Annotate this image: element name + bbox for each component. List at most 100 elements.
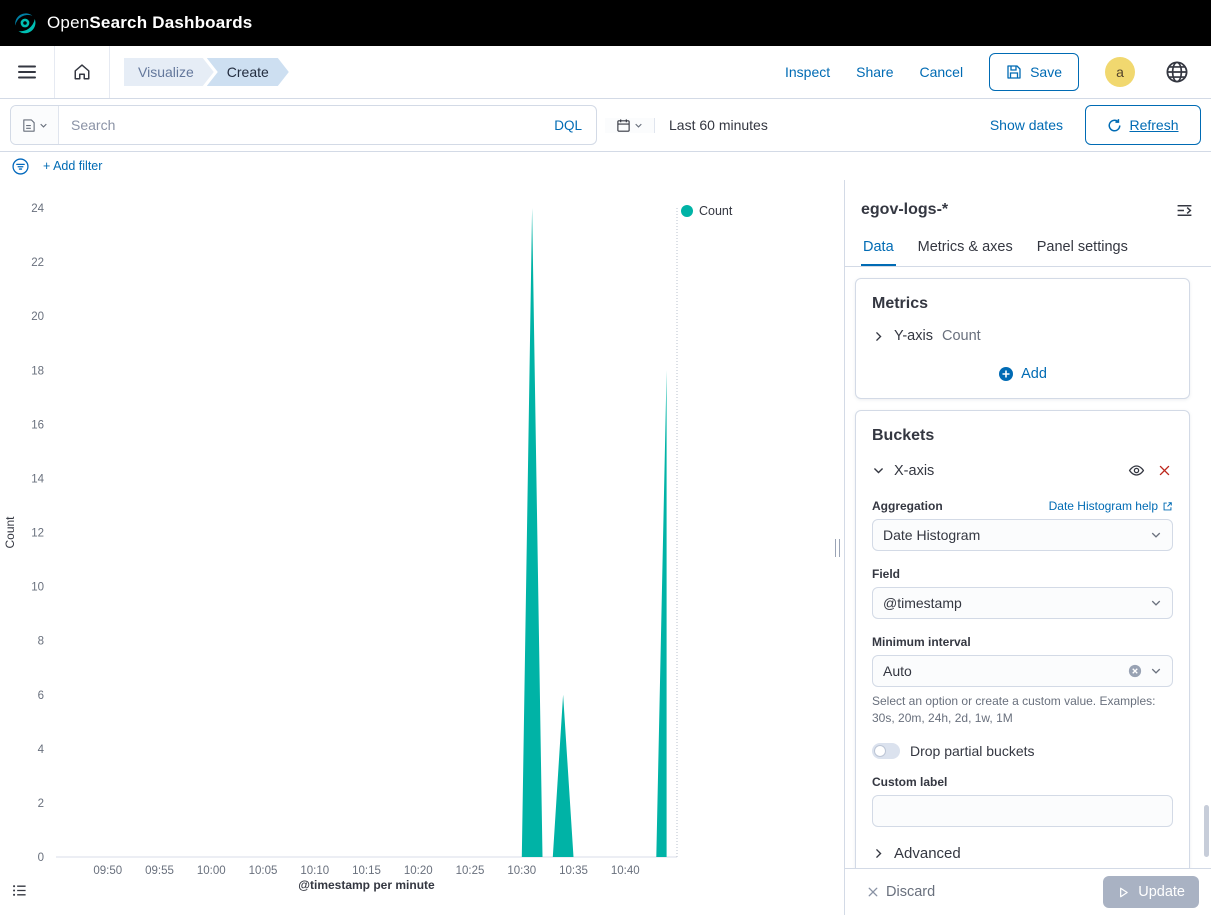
field-select[interactable]: @timestamp — [872, 587, 1173, 619]
add-metric-button[interactable]: Add — [998, 366, 1047, 382]
remove-bucket-button[interactable] — [1156, 462, 1173, 479]
y-tick-label: 20 — [31, 311, 44, 323]
chevron-down-icon — [872, 464, 885, 477]
tab-metrics-axes[interactable]: Metrics & axes — [916, 231, 1015, 266]
scrollbar-thumb[interactable] — [1204, 805, 1209, 857]
x-tick-label: 10:20 — [404, 865, 433, 877]
x-axis-bucket-row[interactable]: X-axis — [872, 460, 1173, 481]
y-tick-label: 24 — [31, 203, 44, 215]
search-input[interactable] — [59, 106, 540, 144]
chevron-right-icon — [872, 847, 885, 860]
chevron-down-icon — [634, 121, 643, 130]
time-range-value[interactable]: Last 60 minutes — [655, 117, 976, 133]
filter-icon — [12, 158, 29, 175]
toolbar-actions: Inspect Share Cancel Save a — [785, 53, 1201, 91]
globe-icon — [1165, 60, 1189, 84]
home-button[interactable] — [69, 59, 95, 85]
add-filter-button[interactable]: + Add filter — [43, 159, 102, 173]
show-dates-button[interactable]: Show dates — [976, 117, 1077, 133]
query-language-button[interactable]: DQL — [540, 106, 596, 144]
minimum-interval-combobox[interactable]: Auto — [872, 655, 1173, 687]
toolbar: Visualize Create Inspect Share Cancel Sa… — [0, 46, 1211, 99]
share-button[interactable]: Share — [856, 64, 893, 80]
discard-button[interactable]: Discard — [857, 878, 945, 906]
filter-menu-button[interactable] — [12, 158, 29, 175]
y-axis-metric-row[interactable]: Y-axis Count — [872, 328, 1173, 344]
metrics-card: Metrics Y-axis Count Add — [855, 278, 1190, 399]
search-bar: DQL Last 60 minutes Show dates Refresh — [0, 99, 1211, 152]
save-button[interactable]: Save — [989, 53, 1079, 91]
opensearch-brand[interactable]: OpenSearch Dashboards — [12, 10, 252, 36]
sidebar-content: Metrics Y-axis Count Add — [845, 267, 1211, 868]
avatar-letter: a — [1116, 64, 1124, 80]
tab-panel-settings[interactable]: Panel settings — [1035, 231, 1130, 266]
help-globe-button[interactable] — [1161, 56, 1193, 88]
chevron-down-icon — [1150, 665, 1162, 677]
home-icon — [73, 63, 91, 81]
refresh-button[interactable]: Refresh — [1085, 105, 1201, 145]
x-tick-label: 10:25 — [456, 865, 485, 877]
drop-partial-buckets-toggle[interactable] — [872, 743, 900, 759]
hamburger-menu-button[interactable] — [14, 61, 40, 83]
cross-icon — [867, 886, 879, 898]
count-area-series[interactable] — [56, 208, 667, 857]
minimum-interval-value: Auto — [883, 663, 912, 679]
x-tick-label: 10:40 — [611, 865, 640, 877]
query-bar: DQL — [10, 105, 597, 145]
legend-item-count[interactable]: Count — [681, 204, 732, 218]
saved-query-menu-button[interactable] — [11, 106, 59, 144]
inspect-button[interactable]: Inspect — [785, 64, 830, 80]
y-tick-label: 22 — [31, 257, 44, 269]
index-pattern-title: egov-logs-* — [861, 201, 948, 219]
update-button[interactable]: Update — [1103, 876, 1199, 908]
sidebar-footer: Discard Update — [845, 868, 1211, 915]
legend-label: Count — [699, 204, 732, 218]
refresh-button-label: Refresh — [1129, 117, 1178, 133]
collapse-sidebar-button[interactable] — [1172, 198, 1197, 223]
cancel-button[interactable]: Cancel — [919, 64, 963, 80]
custom-label-input[interactable] — [872, 795, 1173, 827]
menu-cell — [0, 46, 55, 98]
x-tick-label: 10:15 — [352, 865, 381, 877]
avatar[interactable]: a — [1105, 57, 1135, 87]
x-tick-label: 10:35 — [559, 865, 588, 877]
clear-value-icon[interactable] — [1128, 664, 1142, 678]
date-histogram-help-link[interactable]: Date Histogram help — [1049, 499, 1173, 513]
y-tick-label: 14 — [31, 473, 44, 485]
home-cell — [55, 46, 110, 98]
breadcrumb-create-label: Create — [227, 64, 269, 80]
panel-resizer-handle[interactable] — [830, 180, 844, 915]
advanced-section-toggle[interactable]: Advanced — [872, 845, 961, 862]
breadcrumb-visualize[interactable]: Visualize — [124, 58, 214, 86]
toggle-knob — [874, 745, 886, 757]
discard-label: Discard — [886, 884, 935, 900]
brand-title-light: Open — [47, 13, 89, 32]
resizer-grip-icon — [835, 539, 840, 557]
x-axis-title: @timestamp per minute — [298, 878, 435, 892]
breadcrumb-visualize-label: Visualize — [138, 64, 194, 80]
breadcrumb: Visualize Create — [124, 58, 289, 86]
hamburger-icon — [18, 65, 36, 79]
plus-in-circle-icon — [998, 366, 1014, 382]
aggregation-label: Aggregation — [872, 499, 943, 513]
play-icon — [1117, 886, 1130, 899]
calendar-menu-button[interactable] — [605, 118, 655, 133]
cross-icon — [1158, 464, 1171, 477]
y-tick-label: 2 — [38, 798, 44, 810]
y-tick-label: 4 — [38, 744, 45, 756]
tab-data[interactable]: Data — [861, 231, 896, 266]
y-tick-label: 8 — [38, 636, 44, 648]
aggregation-select[interactable]: Date Histogram — [872, 519, 1173, 551]
brand-title-bold: Search Dashboards — [89, 13, 252, 32]
buckets-heading: Buckets — [872, 427, 1173, 445]
drop-partial-buckets-label: Drop partial buckets — [910, 743, 1035, 759]
legend-toggle-button[interactable] — [10, 881, 29, 903]
brand-title: OpenSearch Dashboards — [47, 13, 252, 33]
help-link-label: Date Histogram help — [1049, 499, 1158, 513]
toggle-visibility-button[interactable] — [1126, 460, 1147, 481]
x-tick-label: 10:10 — [300, 865, 329, 877]
add-metric-label: Add — [1021, 366, 1047, 382]
y-tick-label: 0 — [38, 852, 44, 864]
breadcrumb-create: Create — [207, 58, 289, 86]
x-axis-label: X-axis — [894, 463, 934, 479]
